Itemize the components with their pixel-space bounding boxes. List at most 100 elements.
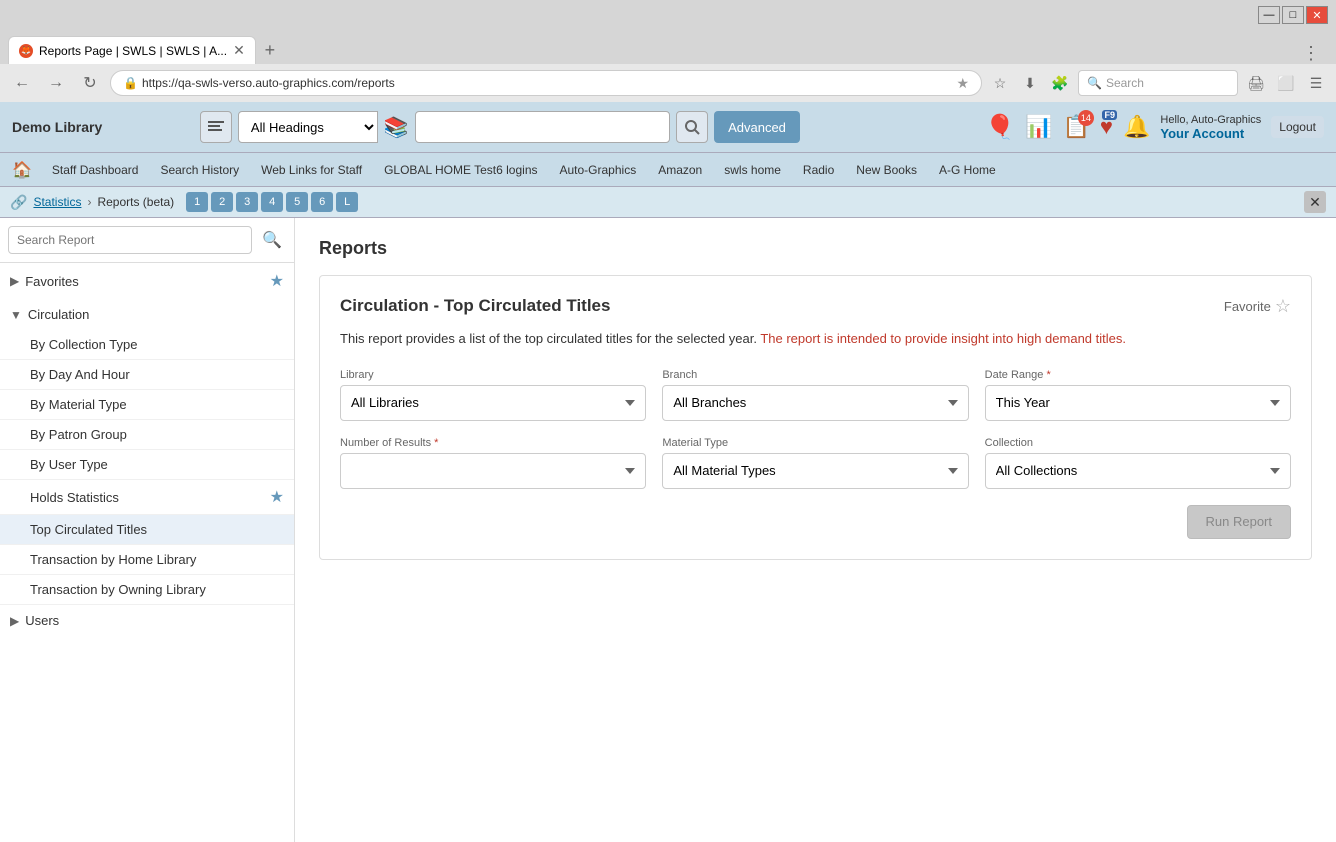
logout-button[interactable]: Logout (1271, 116, 1324, 138)
stack-icon[interactable]: 📚 (384, 115, 409, 140)
sidebar-item-transaction-home-library[interactable]: Transaction by Home Library (0, 545, 294, 575)
tab-close-button[interactable]: ✕ (233, 42, 245, 59)
nav-home-icon[interactable]: 🏠 (4, 156, 40, 184)
sidebar-item-top-circulated-titles[interactable]: Top Circulated Titles (0, 515, 294, 545)
forward-button[interactable]: → (42, 69, 70, 97)
nav-amazon[interactable]: Amazon (648, 157, 712, 183)
holds-statistics-star-icon[interactable]: ★ (270, 487, 284, 507)
minimize-button[interactable]: — (1258, 6, 1280, 24)
sidebar-header-circulation[interactable]: ▼ Circulation (0, 299, 294, 330)
greeting-text: Hello, Auto-Graphics (1160, 114, 1261, 126)
favorite-star-icon[interactable]: ☆ (1275, 296, 1291, 317)
number-of-results-select[interactable] (340, 453, 646, 489)
new-tab-button[interactable]: + (256, 36, 284, 64)
report-area: Reports Circulation - Top Circulated Tit… (295, 218, 1336, 842)
browser-search-box[interactable]: 🔍 Search (1078, 70, 1238, 96)
users-chevron-icon: ▶ (10, 614, 19, 628)
search-input[interactable] (415, 111, 670, 143)
nav-auto-graphics[interactable]: Auto-Graphics (550, 157, 647, 183)
search-go-icon (684, 119, 700, 135)
report-page-title: Reports (319, 238, 1312, 259)
user-section[interactable]: Hello, Auto-Graphics Your Account (1160, 114, 1261, 141)
maximize-button[interactable]: □ (1282, 6, 1304, 24)
balloon-icon[interactable]: 🎈 (985, 113, 1015, 142)
browser-menu-button[interactable]: ⋮ (1294, 43, 1328, 64)
sidebar-item-holds-statistics[interactable]: Holds Statistics ★ (0, 480, 294, 515)
favorites-label: Favorites (25, 274, 263, 289)
tab-title: Reports Page | SWLS | SWLS | A... (39, 44, 227, 58)
extensions-icon[interactable]: ⬜ (1274, 71, 1298, 95)
window-controls[interactable]: — □ ✕ (1258, 6, 1328, 24)
catalog-icon[interactable]: 📊 (1025, 114, 1052, 140)
back-button[interactable]: ← (8, 69, 36, 97)
breadcrumb-statistics[interactable]: Statistics (33, 195, 81, 209)
report-card-header: Circulation - Top Circulated Titles Favo… (340, 296, 1291, 317)
nav-radio[interactable]: Radio (793, 157, 844, 183)
sidebar-item-by-user-type[interactable]: By User Type (0, 450, 294, 480)
library-name: Demo Library (12, 119, 102, 135)
search-go-button[interactable] (676, 111, 708, 143)
main-content: 🔍 ▶ Favorites ★ ▼ Circulation (0, 218, 1336, 842)
sidebar-item-by-day-and-hour[interactable]: By Day And Hour (0, 360, 294, 390)
sidebar-item-by-collection-type[interactable]: By Collection Type (0, 330, 294, 360)
nav-new-books[interactable]: New Books (846, 157, 927, 183)
tab-bar: 🦊 Reports Page | SWLS | SWLS | A... ✕ + … (0, 30, 1336, 64)
date-range-select[interactable]: This Year Last Year Custom (985, 385, 1291, 421)
clipboard-icon[interactable]: 📋 14 (1063, 114, 1090, 140)
heart-icon[interactable]: ♥ F9 (1100, 114, 1113, 140)
sidebar-search-input[interactable] (8, 226, 252, 254)
sidebar-search-button[interactable]: 🔍 (258, 226, 286, 254)
sidebar-search: 🔍 (0, 218, 294, 263)
address-input[interactable]: 🔒 https://qa-swls-verso.auto-graphics.co… (110, 70, 982, 96)
close-window-button[interactable]: ✕ (1306, 6, 1328, 24)
circulation-chevron-icon: ▼ (10, 308, 22, 322)
page-2[interactable]: 2 (211, 192, 233, 212)
reload-button[interactable]: ↻ (76, 69, 104, 97)
extension-icon[interactable]: 🧩 (1048, 71, 1072, 95)
notification-bell-icon[interactable]: 🔔 (1123, 114, 1150, 140)
sidebar-item-by-patron-group[interactable]: By Patron Group (0, 420, 294, 450)
favorite-section[interactable]: Favorite ☆ (1224, 296, 1291, 317)
page-4[interactable]: 4 (261, 192, 283, 212)
headings-dropdown[interactable]: All Headings (238, 111, 378, 143)
date-range-required: * (1046, 369, 1050, 381)
date-range-label: Date Range * (985, 369, 1291, 381)
favorites-star-icon[interactable]: ★ (270, 271, 284, 291)
nav-web-links[interactable]: Web Links for Staff (251, 157, 372, 183)
library-label: Library (340, 369, 646, 381)
collection-select[interactable]: All Collections (985, 453, 1291, 489)
nav-ag-home[interactable]: A-G Home (929, 157, 1006, 183)
nav-search-history[interactable]: Search History (150, 157, 249, 183)
nav-swls-home[interactable]: swls home (714, 157, 791, 183)
material-type-select[interactable]: All Material Types (662, 453, 968, 489)
page-3[interactable]: 3 (236, 192, 258, 212)
sidebar-item-transaction-owning-library[interactable]: Transaction by Owning Library (0, 575, 294, 605)
nav-global-home[interactable]: GLOBAL HOME Test6 logins (374, 157, 547, 183)
run-report-button[interactable]: Run Report (1187, 505, 1291, 539)
material-type-field: Material Type All Material Types (662, 437, 968, 489)
breadcrumb-separator: › (87, 195, 91, 209)
bookmark-icon[interactable]: ☆ (988, 71, 1012, 95)
breadcrumb-close-button[interactable]: ✕ (1304, 191, 1326, 213)
form-row-2: Number of Results * Material Type All Ma… (340, 437, 1291, 489)
menu-icon[interactable]: ☰ (1304, 71, 1328, 95)
page-1[interactable]: 1 (186, 192, 208, 212)
sidebar-header-favorites[interactable]: ▶ Favorites ★ (0, 263, 294, 299)
sidebar-item-by-material-type[interactable]: By Material Type (0, 390, 294, 420)
branch-select[interactable]: All Branches (662, 385, 968, 421)
page-6[interactable]: 6 (311, 192, 333, 212)
download-icon[interactable]: ⬇ (1018, 71, 1042, 95)
advanced-button[interactable]: Advanced (714, 111, 800, 143)
active-tab[interactable]: 🦊 Reports Page | SWLS | SWLS | A... ✕ (8, 36, 256, 64)
f9-badge: F9 (1102, 110, 1117, 120)
page-5[interactable]: 5 (286, 192, 308, 212)
search-type-icon-button[interactable] (200, 111, 232, 143)
sidebar-header-users[interactable]: ▶ Users (0, 605, 294, 636)
nav-staff-dashboard[interactable]: Staff Dashboard (42, 157, 149, 183)
page-L[interactable]: L (336, 192, 358, 212)
user-account-link[interactable]: Your Account (1160, 126, 1244, 141)
print-icon[interactable]: 🖨 (1244, 71, 1268, 95)
report-card: Circulation - Top Circulated Titles Favo… (319, 275, 1312, 560)
clipboard-badge: 14 (1078, 110, 1094, 126)
library-select[interactable]: All Libraries (340, 385, 646, 421)
